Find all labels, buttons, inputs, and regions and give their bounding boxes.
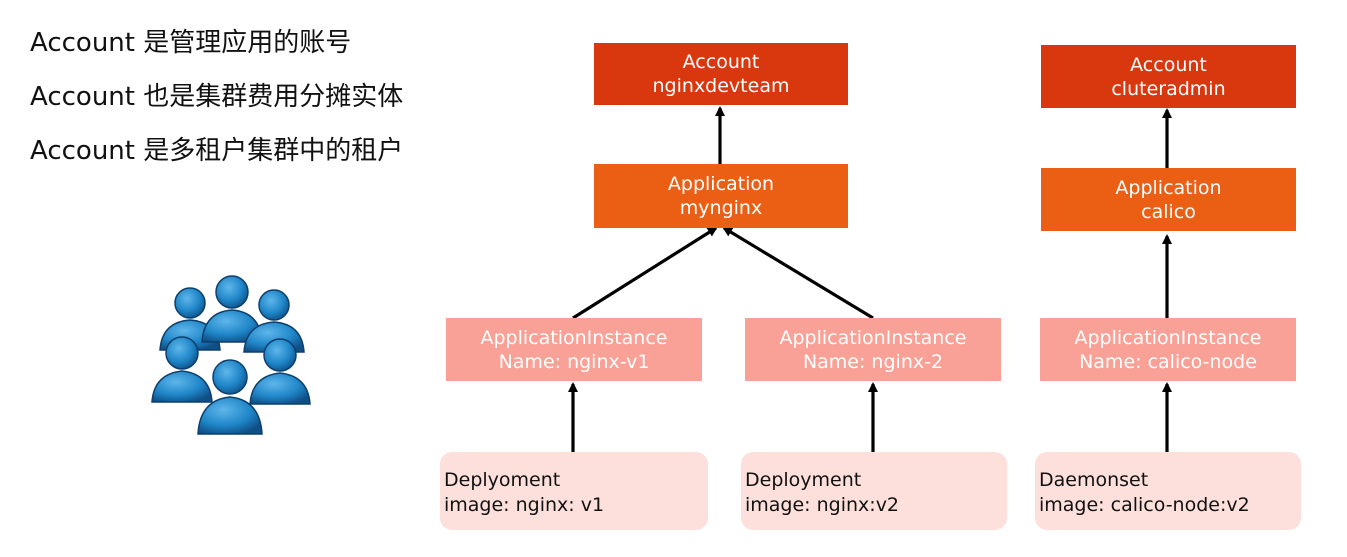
workload-image: image: calico-node:v2: [1039, 494, 1250, 516]
application-type-label: Application: [1115, 176, 1222, 199]
application-box-mynginx: Application mynginx: [594, 164, 848, 228]
workload-kind: Daemonset: [1039, 469, 1149, 491]
workload-kind: Deplyoment: [444, 469, 561, 491]
workload-box-deplyoment: Deplyoment image: nginx: v1: [440, 452, 708, 530]
account-name: nginxdevteam: [652, 75, 790, 97]
account-type-label: Account: [1130, 53, 1207, 76]
instance-box-calico-node: ApplicationInstance Name: calico-node: [1040, 318, 1296, 381]
application-name: calico: [1141, 200, 1196, 223]
instance-type-label: ApplicationInstance: [1074, 326, 1262, 349]
application-name: mynginx: [679, 197, 763, 219]
instance-box-nginx-v1: ApplicationInstance Name: nginx-v1: [446, 318, 702, 381]
arrow-instance1-to-app1: [572, 226, 718, 320]
instance-name: Name: calico-node: [1079, 350, 1257, 373]
workload-box-deployment: Deployment image: nginx:v2: [741, 452, 1007, 530]
instance-name: Name: nginx-v1: [498, 350, 650, 373]
arrow-instance2-to-app1: [722, 226, 874, 320]
account-type-label: Account: [682, 51, 760, 73]
workload-kind: Deployment: [745, 469, 862, 491]
application-type-label: Application: [667, 173, 775, 195]
account-box-nginxdevteam: Account nginxdevteam: [594, 43, 848, 105]
account-name: cluteradmin: [1111, 77, 1226, 100]
application-box-calico: Application calico: [1041, 168, 1296, 231]
instance-name: Name: nginx-2: [802, 350, 944, 373]
instance-box-nginx-2: ApplicationInstance Name: nginx-2: [745, 318, 1001, 381]
workload-image: image: nginx: v1: [444, 494, 605, 516]
instance-type-label: ApplicationInstance: [779, 326, 967, 349]
account-box-cluteradmin: Account cluteradmin: [1041, 45, 1296, 108]
workload-image: image: nginx:v2: [745, 494, 900, 516]
instance-type-label: ApplicationInstance: [480, 326, 668, 349]
workload-box-daemonset: Daemonset image: calico-node:v2: [1035, 452, 1301, 530]
